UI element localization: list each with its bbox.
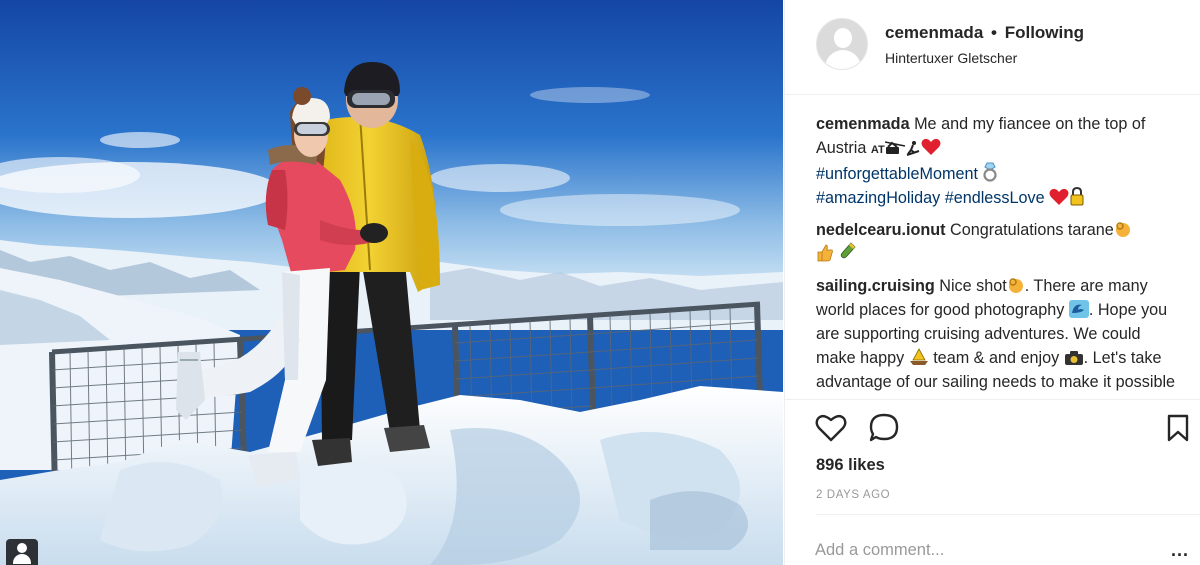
bookmark-icon: [1167, 414, 1189, 442]
red-heart-icon: [1049, 188, 1069, 205]
comments-list[interactable]: cemenmada Me and my fiancee on the top o…: [816, 112, 1176, 398]
comment-username[interactable]: sailing.cruising: [816, 277, 935, 295]
ok-hand-icon: [1008, 278, 1023, 293]
ok-hand-icon: [1115, 222, 1130, 237]
follow-status-button[interactable]: Following: [1005, 23, 1084, 42]
comment-bubble-icon: [869, 413, 899, 442]
post-header: cemenmada • Following Hintertuxer Gletsc…: [785, 0, 1200, 95]
comment-button[interactable]: [867, 411, 901, 445]
hashtag-link[interactable]: #endlessLove: [945, 189, 1045, 207]
comment: sailing.cruising Nice shot. There are ma…: [816, 274, 1176, 394]
caption-comment: cemenmada Me and my fiancee on the top o…: [816, 112, 1176, 210]
comment-username[interactable]: cemenmada: [816, 115, 910, 133]
heart-icon: [815, 414, 847, 442]
hashtag-link[interactable]: #amazingHoliday: [816, 189, 940, 207]
header-line: cemenmada • Following: [885, 23, 1084, 43]
divider: [816, 514, 1200, 515]
ski-lift-icon: [884, 141, 905, 154]
header-username[interactable]: cemenmada: [885, 23, 983, 42]
post-photo[interactable]: [0, 0, 783, 565]
save-button[interactable]: [1161, 411, 1195, 445]
avatar[interactable]: [816, 18, 868, 70]
comment-text: team & and enjoy: [933, 349, 1060, 367]
austria-flag-emoji: AT: [870, 144, 885, 156]
camera-icon: [1064, 351, 1083, 365]
post-timestamp[interactable]: 2 DAYS AGO: [816, 489, 890, 501]
red-heart-icon: [921, 138, 941, 155]
skier-icon: [906, 141, 920, 156]
wave-icon: [1068, 300, 1089, 318]
divider: [785, 399, 1200, 400]
more-options-icon[interactable]: ...: [1171, 540, 1189, 561]
photo-scene: [0, 0, 783, 565]
ring-icon: [983, 162, 998, 182]
likes-count[interactable]: 896 likes: [816, 456, 885, 475]
action-bar: [785, 408, 1200, 448]
add-comment-input[interactable]: [815, 535, 1115, 565]
comment-username[interactable]: nedelcearu.ionut: [816, 221, 946, 239]
avatar-head-shape: [834, 28, 852, 48]
like-button[interactable]: [814, 411, 848, 445]
comment-text: Congratulations tarane: [950, 221, 1114, 239]
comment: nedelcearu.ionut Congratulations tarane: [816, 218, 1176, 266]
header-separator: •: [991, 23, 997, 42]
location-link[interactable]: Hintertuxer Gletscher: [885, 50, 1017, 66]
champagne-bottle-icon: [840, 242, 856, 259]
thumbs-up-icon: [817, 244, 833, 262]
padlock-icon: [1070, 186, 1084, 206]
avatar-body-shape: [825, 50, 861, 69]
user-tag-icon[interactable]: [6, 539, 38, 565]
post-side-panel: cemenmada • Following Hintertuxer Gletsc…: [784, 0, 1200, 565]
comment-text: Nice shot: [939, 277, 1007, 295]
sailboat-icon: [909, 348, 928, 365]
hashtag-link[interactable]: #unforgettableMoment: [816, 165, 978, 183]
